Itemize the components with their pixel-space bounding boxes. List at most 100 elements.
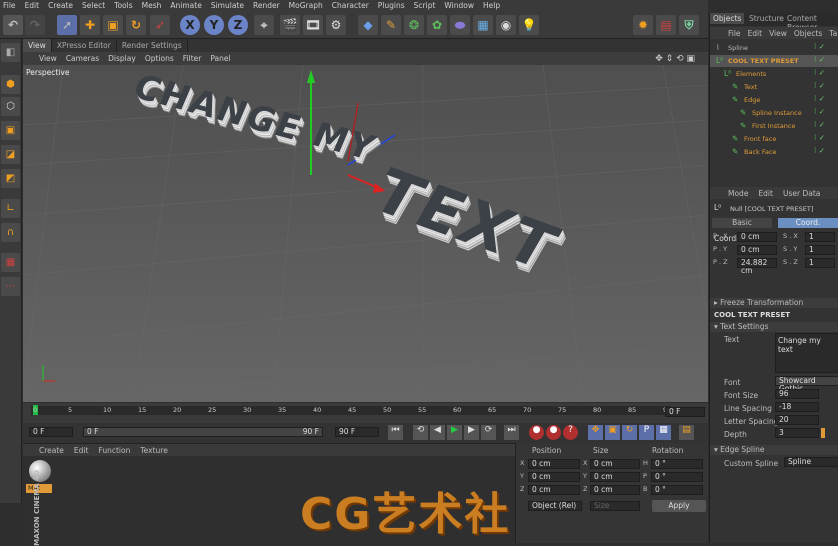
- plugin-icon[interactable]: ⛨: [679, 15, 699, 35]
- autokey-icon[interactable]: ●: [546, 425, 561, 440]
- timeline-window-icon[interactable]: ▤: [679, 425, 694, 440]
- objects-menu-tags[interactable]: Ta: [829, 29, 837, 38]
- key-position-icon[interactable]: ✥: [588, 425, 603, 440]
- coord-size-field[interactable]: 0 cm: [590, 472, 640, 482]
- tab-render-settings[interactable]: Render Settings: [117, 39, 188, 52]
- spline-pen-icon[interactable]: ✎: [381, 15, 401, 35]
- attr-position-field[interactable]: 0 cm: [737, 245, 777, 255]
- viewport-menu-filter[interactable]: Filter: [183, 54, 202, 63]
- tab-content-browser[interactable]: Content Browser: [784, 13, 838, 32]
- object-tree-row[interactable]: ✎ Back Face ⁝ ✓: [710, 146, 838, 158]
- light-icon[interactable]: 💡: [519, 15, 539, 35]
- select-tool-icon[interactable]: ➚: [57, 15, 77, 35]
- texture-mode-icon[interactable]: ⬡: [1, 97, 20, 116]
- subdivision-icon[interactable]: ❂: [404, 15, 424, 35]
- object-name[interactable]: Elements: [736, 70, 766, 78]
- object-name[interactable]: Text: [744, 83, 757, 91]
- viewport-menu-cameras[interactable]: Cameras: [66, 54, 99, 63]
- menu-plugins[interactable]: Plugins: [378, 1, 405, 10]
- floor-icon[interactable]: ▦: [473, 15, 493, 35]
- object-tree-row[interactable]: L⁰ COOL TEXT PRESET ⁝ ✓: [710, 55, 838, 67]
- visibility-check-icon[interactable]: ⁝ ✓: [814, 55, 825, 64]
- tab-view[interactable]: View: [23, 39, 52, 52]
- render-view-icon[interactable]: 🎬: [280, 15, 300, 35]
- cube-icon[interactable]: ◆: [358, 15, 378, 35]
- step-back-icon[interactable]: ◀: [430, 425, 445, 440]
- range-slider[interactable]: 0 F 90 F: [83, 427, 323, 437]
- object-tree-row[interactable]: ✎ First Instance ⁝ ✓: [710, 120, 838, 132]
- viewport-menu-display[interactable]: Display: [108, 54, 136, 63]
- keyframe-selection-icon[interactable]: ?: [563, 425, 578, 440]
- font-dropdown[interactable]: Showcard Gothic: [775, 376, 838, 393]
- visibility-check-icon[interactable]: ⁝ ✓: [814, 120, 825, 129]
- object-name[interactable]: Spline: [728, 44, 748, 52]
- key-parameter-icon[interactable]: P: [639, 425, 654, 440]
- menu-tools[interactable]: Tools: [114, 1, 132, 10]
- coord-rotation-field[interactable]: 0 °: [651, 485, 703, 495]
- attr-scale-field[interactable]: 1: [805, 245, 835, 255]
- menu-file[interactable]: File: [3, 1, 16, 10]
- go-to-start-icon[interactable]: ⏮: [388, 425, 403, 440]
- attr-position-field[interactable]: 0 cm: [737, 232, 777, 242]
- coord-mode-dropdown[interactable]: Object (Rel): [528, 501, 582, 511]
- start-frame-field[interactable]: 0 F: [29, 427, 73, 437]
- object-name[interactable]: COOL TEXT PRESET: [728, 57, 799, 65]
- rotate-tool-icon[interactable]: ↻: [126, 15, 146, 35]
- line-spacing-field[interactable]: -18: [775, 402, 819, 412]
- current-frame-field[interactable]: 0 F: [665, 407, 705, 417]
- deformer-icon[interactable]: ⬬: [450, 15, 470, 35]
- menu-help[interactable]: Help: [483, 1, 500, 10]
- visibility-check-icon[interactable]: ⁝ ✓: [814, 133, 825, 142]
- edge-spline-section[interactable]: ▾ Edge Spline: [710, 445, 838, 455]
- points-mode-icon[interactable]: ▣: [1, 121, 20, 140]
- objects-menu-file[interactable]: File: [728, 29, 741, 38]
- attr-position-field[interactable]: 24.882 cm: [737, 258, 777, 275]
- coord-position-field[interactable]: 0 cm: [528, 459, 580, 469]
- object-tree-row[interactable]: ✎ Text ⁝ ✓: [710, 81, 838, 93]
- attr-tab-coord[interactable]: Coord.: [778, 218, 838, 228]
- scale-tool-icon[interactable]: ▣: [103, 15, 123, 35]
- attr-menu-edit[interactable]: Edit: [758, 189, 773, 198]
- key-rotation-icon[interactable]: ↻: [622, 425, 637, 440]
- axis-y-lock-button[interactable]: Y: [204, 15, 224, 35]
- attr-menu-userdata[interactable]: User Data: [783, 189, 820, 198]
- workplane-icon[interactable]: ∟: [1, 199, 20, 218]
- menu-create[interactable]: Create: [48, 1, 73, 10]
- render-settings-icon[interactable]: ⚙: [326, 15, 346, 35]
- visibility-check-icon[interactable]: ⁝ ✓: [814, 94, 825, 103]
- viewport-menu-options[interactable]: Options: [145, 54, 174, 63]
- menu-character[interactable]: Character: [332, 1, 369, 10]
- redo-icon[interactable]: ↷: [25, 15, 45, 35]
- object-name[interactable]: Back Face: [744, 148, 777, 156]
- material-menu-create[interactable]: Create: [39, 446, 64, 455]
- object-name[interactable]: Edge: [744, 96, 760, 104]
- custom-spline-link[interactable]: Spline: [784, 457, 838, 467]
- coord-size-field[interactable]: 0 cm: [590, 485, 640, 495]
- viewport-nav-icons[interactable]: ✥ ⇕ ⟲ ▣: [655, 54, 695, 64]
- coord-position-field[interactable]: 0 cm: [528, 472, 580, 482]
- object-name[interactable]: Spline Instance: [752, 109, 802, 117]
- object-tree-row[interactable]: ✎ Edge ⁝ ✓: [710, 94, 838, 106]
- axis-z-lock-button[interactable]: Z: [228, 15, 248, 35]
- undo-icon[interactable]: ↶: [3, 15, 23, 35]
- menu-mesh[interactable]: Mesh: [142, 1, 162, 10]
- text-param-input[interactable]: Change my text: [775, 333, 838, 373]
- camera-icon[interactable]: ◉: [496, 15, 516, 35]
- object-tree-row[interactable]: L⁰ Elements ⁝ ✓: [710, 68, 838, 80]
- recent-tool-icon[interactable]: ➶: [150, 15, 170, 35]
- menu-render[interactable]: Render: [253, 1, 280, 10]
- attr-tab-basic[interactable]: Basic: [712, 218, 772, 228]
- 3d-viewport[interactable]: Perspective CHANGE MY TEXT: [23, 65, 708, 402]
- objects-menu-view[interactable]: View: [769, 29, 787, 38]
- attr-scale-field[interactable]: 1: [805, 232, 835, 242]
- edges-mode-icon[interactable]: ◪: [1, 145, 20, 164]
- letter-spacing-field[interactable]: 20: [775, 415, 819, 425]
- visibility-check-icon[interactable]: ⁝ ✓: [814, 42, 825, 51]
- viewport-menu-view[interactable]: View: [39, 54, 57, 63]
- key-scale-icon[interactable]: ▣: [605, 425, 620, 440]
- grid-icon[interactable]: ▦: [1, 253, 20, 272]
- visibility-check-icon[interactable]: ⁝ ✓: [814, 107, 825, 116]
- visibility-check-icon[interactable]: ⁝ ✓: [814, 68, 825, 77]
- coord-rotation-field[interactable]: 0 °: [651, 459, 703, 469]
- text-settings-section[interactable]: ▾ Text Settings: [710, 322, 838, 332]
